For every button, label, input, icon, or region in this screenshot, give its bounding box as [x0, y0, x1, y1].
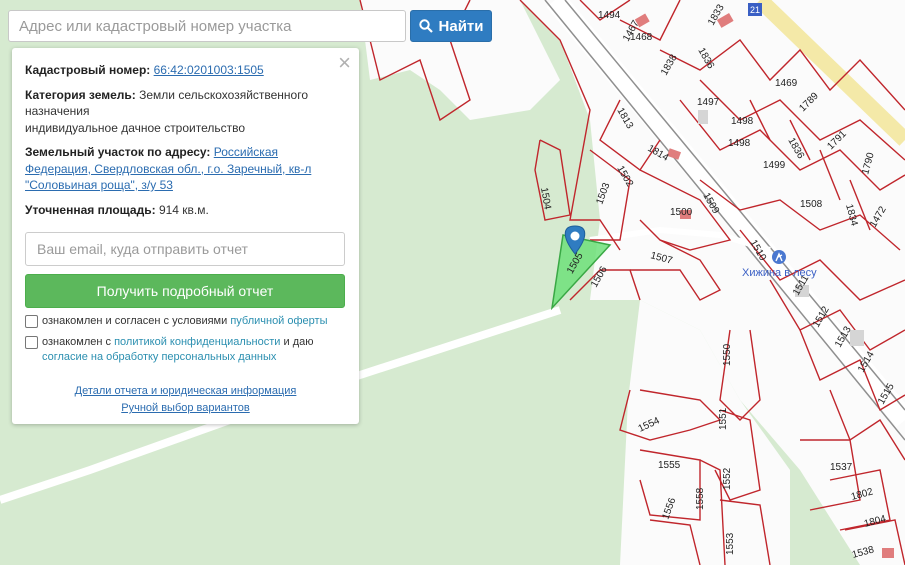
email-input[interactable]	[25, 232, 345, 266]
land-use-value: индивидуальное дачное строительство	[25, 120, 246, 135]
panel-footer: Детали отчета и юридическая информация Р…	[25, 383, 346, 417]
parcel-number-label: 1499	[763, 160, 786, 171]
consent-offer-row: ознакомлен и согласен с условиями публич…	[25, 314, 346, 329]
hiking-poi-icon	[772, 250, 786, 264]
parcel-number-label: 1550	[722, 343, 733, 366]
parcel-number-label: 1508	[800, 199, 823, 210]
search-icon	[418, 19, 433, 33]
cadastral-number-label: Кадастровый номер:	[25, 63, 151, 77]
get-report-button[interactable]: Получить подробный отчет	[25, 274, 345, 308]
consent-privacy-text: ознакомлен с	[42, 336, 115, 348]
parcel-number-label: 1555	[658, 460, 681, 471]
parcel-number-label: 1500	[670, 207, 693, 218]
parcel-number-label: 1497	[697, 97, 720, 108]
public-offer-link[interactable]: публичной оферты	[230, 315, 327, 327]
address-label: Земельный участок по адресу:	[25, 145, 211, 159]
parcel-number-label: 1552	[722, 467, 733, 490]
land-category-row: Категория земель: Земли сельскохозяйстве…	[25, 87, 346, 137]
close-icon[interactable]: ×	[338, 52, 351, 74]
cadastral-number-row: Кадастровый номер: 66:42:0201003:1505	[25, 62, 346, 79]
privacy-policy-link[interactable]: политикой конфиденциальности	[114, 336, 280, 348]
consent-offer-text: ознакомлен и согласен с условиями	[42, 315, 231, 327]
parcel-number-label: 1558	[695, 487, 706, 510]
land-category-label: Категория земель:	[25, 87, 136, 102]
parcel-number-label: 1537	[830, 462, 853, 473]
privacy-checkbox[interactable]	[25, 336, 38, 349]
parcel-number-label: 1494	[598, 10, 621, 21]
parcel-number-label: 1498	[731, 116, 754, 127]
parcel-number-label: 1469	[775, 78, 798, 89]
address-row: Земельный участок по адресу: Российская …	[25, 144, 346, 194]
consent-privacy-mid: и даю	[280, 336, 314, 348]
parcel-info-panel: × Кадастровый номер: 66:42:0201003:1505 …	[12, 48, 359, 424]
search-input[interactable]	[8, 10, 406, 42]
cadastral-number-link[interactable]: 66:42:0201003:1505	[154, 63, 264, 77]
parcel-number-label: 1551	[718, 407, 729, 430]
personal-data-consent-link[interactable]: согласие на обработку персональных данны…	[42, 351, 276, 363]
area-value: 914 кв.м.	[158, 202, 209, 217]
parcel-number-label: 1498	[728, 138, 751, 149]
report-details-link[interactable]: Детали отчета и юридическая информация	[25, 383, 346, 400]
search-button[interactable]: Найти	[410, 10, 492, 42]
parcel-number-label: 1553	[725, 532, 736, 555]
parcel-number-label: 1468	[630, 32, 653, 43]
search-button-label: Найти	[438, 17, 484, 35]
area-label: Уточненная площадь:	[25, 202, 156, 217]
manual-selection-link[interactable]: Ручной выбор вариантов	[25, 400, 346, 417]
offer-checkbox[interactable]	[25, 315, 38, 328]
consent-privacy-row: ознакомлен с политикой конфиденциальност…	[25, 335, 346, 365]
area-row: Уточненная площадь: 914 кв.м.	[25, 202, 346, 219]
svg-text:21: 21	[750, 5, 760, 15]
